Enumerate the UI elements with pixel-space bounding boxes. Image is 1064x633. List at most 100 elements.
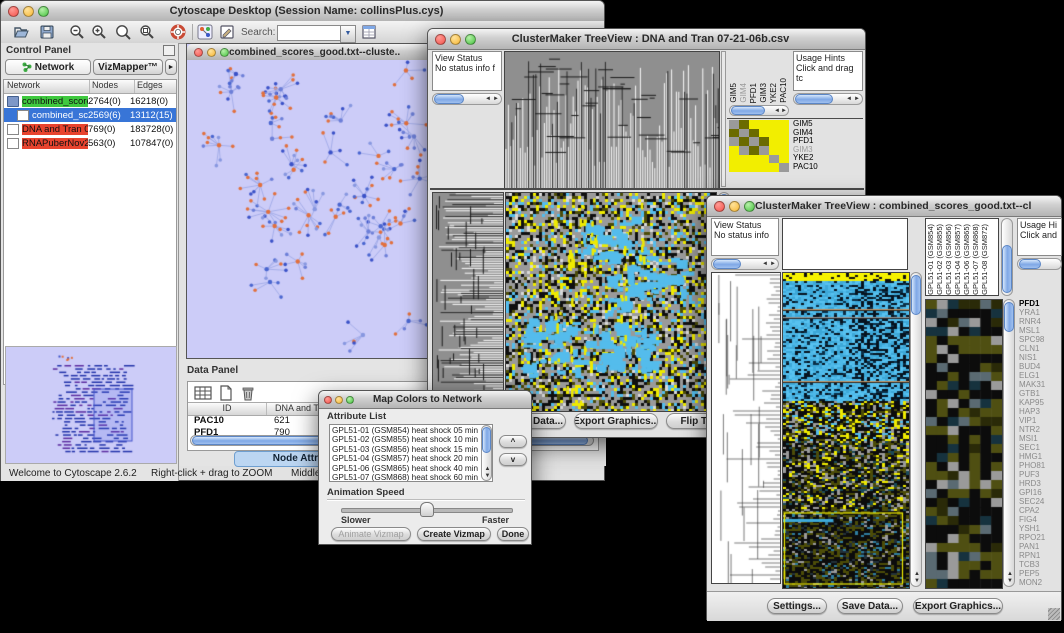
matrix-cell[interactable] <box>759 155 769 164</box>
matrix-cell[interactable] <box>759 146 769 155</box>
window-controls[interactable] <box>319 396 354 404</box>
matrix-cell[interactable] <box>759 137 769 146</box>
attribute-item[interactable]: GPL51-01 (GSM854) heat shock 05 min <box>332 426 490 435</box>
tv2-save-data-button[interactable]: Save Data... <box>837 598 903 614</box>
zoom-window-icon[interactable] <box>744 201 755 212</box>
tv2-hints-hscrollbar[interactable] <box>1017 258 1062 270</box>
zoom-in-icon[interactable] <box>91 24 107 45</box>
attribute-item[interactable]: GPL51-02 (GSM855) heat shock 10 min <box>332 435 490 444</box>
close-icon[interactable] <box>8 6 19 17</box>
gene-label[interactable]: SPC98 <box>1019 335 1063 344</box>
attribute-item[interactable]: GPL51-04 (GSM857) heat shock 20 min <box>332 454 490 463</box>
gene-label[interactable]: BUD4 <box>1019 362 1063 371</box>
open-file-icon[interactable] <box>13 24 29 45</box>
tv2-column-label[interactable]: GPL51-04 (GSM857) <box>953 224 962 295</box>
gene-label[interactable]: SEC1 <box>1019 443 1063 452</box>
gene-label[interactable]: ELG1 <box>1019 371 1063 380</box>
tv2-collabel-vscrollbar[interactable] <box>1001 218 1013 296</box>
gene-label[interactable]: PFD1 <box>1019 299 1063 308</box>
network-row[interactable]: RNAPuberNov2+563(0)107847(0) <box>4 136 176 150</box>
tab-vizmapper[interactable]: VizMapper™ <box>93 59 163 75</box>
matrix-cell[interactable] <box>749 163 759 172</box>
zoom-selected-icon[interactable] <box>115 24 132 45</box>
zoom-window-icon[interactable] <box>220 48 229 57</box>
matrix-cell[interactable] <box>769 120 779 129</box>
treeview2-titlebar[interactable]: ClusterMaker TreeView : combined_scores_… <box>707 196 1061 217</box>
zoom-window-icon[interactable] <box>465 34 476 45</box>
minimize-icon[interactable] <box>23 6 34 17</box>
tv2-export-graphics-button[interactable]: Export Graphics... <box>913 598 1003 614</box>
annotation-icon[interactable] <box>219 24 235 45</box>
matrix-cell[interactable] <box>739 120 749 129</box>
matrix-cell[interactable] <box>749 137 759 146</box>
tv2-column-label[interactable]: GPL51-08 (GSM872) <box>980 224 989 295</box>
tv1-hints-hscrollbar[interactable]: ◄► <box>793 93 863 105</box>
matrix-cell[interactable] <box>759 120 769 129</box>
tv1-status-hscrollbar[interactable]: ◄► <box>432 93 502 105</box>
matrix-cell[interactable] <box>729 129 739 138</box>
window-controls[interactable] <box>1 6 49 17</box>
tv1-column-label[interactable]: PFD1 <box>749 83 758 103</box>
gene-label[interactable]: KAP95 <box>1019 398 1063 407</box>
tv2-gene-labels[interactable]: PFD1YRA1RNR4MSL1SPC98CLN1NIS1BUD4ELG1MAK… <box>1019 299 1063 587</box>
matrix-cell[interactable] <box>749 155 759 164</box>
attribute-list-vscrollbar[interactable]: ▲▼ <box>481 425 492 481</box>
col-network[interactable]: Network <box>4 80 90 93</box>
matrix-cell[interactable] <box>759 129 769 138</box>
window-controls[interactable] <box>187 48 229 57</box>
matrix-cell[interactable] <box>769 129 779 138</box>
matrix-cell[interactable] <box>729 163 739 172</box>
speed-slider-thumb[interactable] <box>420 502 434 517</box>
tv1-row-dendrogram[interactable] <box>432 192 504 412</box>
minimize-icon[interactable] <box>450 34 461 45</box>
treeview1-titlebar[interactable]: ClusterMaker TreeView : DNA and Tran 07-… <box>428 29 865 50</box>
window-controls[interactable] <box>428 34 476 45</box>
done-button[interactable]: Done <box>497 527 529 541</box>
tv2-column-label[interactable]: GPL51-03 (GSM856) <box>944 224 953 295</box>
zoom-out-icon[interactable] <box>69 24 85 45</box>
matrix-cell[interactable] <box>749 129 759 138</box>
gene-label[interactable]: RNR4 <box>1019 317 1063 326</box>
tv2-column-label[interactable]: GPL51-01 (GSM854) <box>926 224 935 295</box>
tv1-column-label[interactable]: GIM4 <box>739 83 748 103</box>
matrix-cell[interactable] <box>759 163 769 172</box>
attribute-item[interactable]: GPL51-03 (GSM856) heat shock 15 min <box>332 445 490 454</box>
tv1-correlation-matrix[interactable] <box>729 120 789 172</box>
tv1-matrix-hscrollbar[interactable]: ◄► <box>729 105 789 116</box>
tv2-column-label[interactable]: GPL51-06 (GSM865) <box>962 224 971 295</box>
float-panel-icon[interactable] <box>163 45 175 56</box>
matrix-cell[interactable] <box>769 155 779 164</box>
tv2-zoom-heatmap-canvas[interactable] <box>925 299 1003 589</box>
gene-label[interactable]: YRA1 <box>1019 308 1063 317</box>
tv1-column-label[interactable]: YKE2 <box>769 83 778 103</box>
matrix-cell[interactable] <box>749 120 759 129</box>
gene-label[interactable]: VIP1 <box>1019 416 1063 425</box>
attribute-item[interactable]: GPL51-06 (GSM865) heat shock 40 min <box>332 464 490 473</box>
tv1-column-label[interactable]: PAC10 <box>779 78 788 103</box>
gene-label[interactable]: NIS1 <box>1019 353 1063 362</box>
tv1-row-labels[interactable]: GIM5GIM4PFD1GIM3YKE2PAC10 <box>793 120 863 172</box>
resize-grip[interactable] <box>1048 608 1060 620</box>
matrix-cell[interactable] <box>769 146 779 155</box>
gene-label[interactable]: HMG1 <box>1019 452 1063 461</box>
tv2-column-label[interactable]: GPL51-07 (GSM868) <box>971 224 980 295</box>
search-dropdown[interactable]: ▼ <box>340 25 356 43</box>
gene-label[interactable]: SEC24 <box>1019 497 1063 506</box>
close-icon[interactable] <box>324 396 332 404</box>
tv2-column-labels[interactable]: GPL51-01 (GSM854)GPL51-02 (GSM855)GPL51-… <box>925 218 999 296</box>
matrix-cell[interactable] <box>749 146 759 155</box>
minimize-icon[interactable] <box>207 48 216 57</box>
create-vizmap-button[interactable]: Create Vizmap <box>417 527 491 541</box>
gene-label[interactable]: FIG4 <box>1019 515 1063 524</box>
gene-label[interactable]: PAN1 <box>1019 542 1063 551</box>
network-nodes-icon[interactable] <box>197 24 213 45</box>
move-up-button[interactable]: ^ <box>499 435 527 448</box>
matrix-cell[interactable] <box>739 137 749 146</box>
col-nodes[interactable]: Nodes <box>90 80 135 93</box>
close-icon[interactable] <box>714 201 725 212</box>
tv1-export-graphics-button[interactable]: Export Graphics... <box>574 413 658 429</box>
matrix-cell[interactable] <box>779 137 789 146</box>
tv1-heatmap-canvas[interactable] <box>505 192 717 412</box>
gene-label[interactable]: MAK31 <box>1019 380 1063 389</box>
matrix-cell[interactable] <box>779 146 789 155</box>
